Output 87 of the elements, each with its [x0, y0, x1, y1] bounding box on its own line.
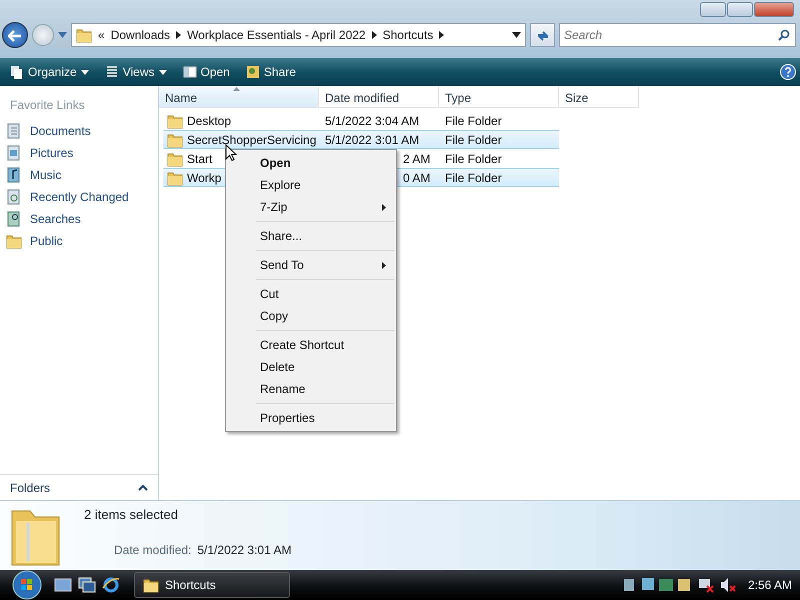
music-icon: [6, 167, 22, 183]
favorite-link[interactable]: Pictures: [0, 142, 158, 164]
desktop-icon[interactable]: [54, 577, 72, 593]
breadcrumb-link[interactable]: Downloads: [110, 26, 170, 44]
file-name-cell[interactable]: Desktop: [163, 111, 319, 130]
menu-item[interactable]: Copy: [226, 305, 396, 327]
favorite-link[interactable]: Recently Changed: [0, 186, 158, 208]
overflow-chevron[interactable]: «: [98, 26, 105, 44]
clock[interactable]: 2:56 AM: [748, 576, 792, 594]
menu-item[interactable]: Explore: [226, 174, 396, 196]
minimize-button[interactable]: [700, 2, 726, 17]
menu-item[interactable]: Delete: [226, 356, 396, 378]
pages-icon: [10, 65, 24, 79]
folder-icon: [6, 233, 22, 249]
menu-item[interactable]: Share...: [226, 225, 396, 247]
arrow-icon[interactable]: [439, 31, 444, 39]
favorite-link[interactable]: Music: [0, 164, 158, 186]
favorite-link[interactable]: Documents: [0, 120, 158, 142]
folder-icon: [76, 27, 92, 43]
toolbar-button[interactable]: Views: [98, 61, 172, 83]
menu-item[interactable]: Create Shortcut: [226, 334, 396, 356]
menu-item[interactable]: Rename: [226, 378, 396, 400]
arrow-icon[interactable]: [372, 31, 377, 39]
browser-icon[interactable]: [102, 576, 120, 594]
section-heading: Favorite Links: [9, 97, 86, 114]
column-header[interactable]: Name: [159, 86, 319, 108]
menu-item[interactable]: Send To: [226, 254, 396, 276]
back-button[interactable]: [2, 22, 28, 48]
dropdown-icon[interactable]: [512, 32, 521, 38]
sort-arrow-icon: [233, 87, 240, 91]
caret-icon: [158, 70, 166, 74]
taskbar-button[interactable]: Shortcuts: [134, 572, 290, 598]
window-switch-icon[interactable]: [78, 577, 96, 593]
file-date: 0 AM: [397, 168, 439, 187]
menu-item[interactable]: 7-Zip: [226, 196, 396, 218]
toolbar-button[interactable]: Organize: [4, 61, 95, 83]
menu-item[interactable]: Cut: [226, 283, 396, 305]
search-field[interactable]: Search: [559, 23, 796, 47]
property-label: Date modified:: [114, 542, 192, 558]
folder-icon: [167, 112, 183, 128]
network-disconnected-icon[interactable]: [698, 577, 714, 593]
maximize-button[interactable]: [727, 2, 753, 17]
file-date: 2 AM: [402, 150, 432, 168]
refresh-arrows-icon: [536, 30, 550, 42]
file-type: File Folder: [439, 168, 559, 187]
breadcrumb-link[interactable]: Shortcuts: [382, 26, 434, 44]
file-date: 5/1/2022 3:01 AM: [319, 130, 439, 149]
toolbar-button[interactable]: Open: [176, 61, 236, 83]
file-name-cell[interactable]: Workp: [163, 168, 225, 187]
breadcrumb-link[interactable]: Workplace Essentials - April 2022: [187, 26, 366, 44]
menu-item[interactable]: Open: [226, 152, 396, 174]
refresh-button[interactable]: [530, 23, 555, 47]
help-icon[interactable]: [780, 64, 796, 80]
caret-icon: [80, 70, 89, 74]
speaker-muted-icon[interactable]: [720, 577, 736, 593]
picture-icon: [6, 145, 22, 161]
address-bar[interactable]: « Downloads Workplace Essentials - April 2022 Shortcuts: [71, 23, 526, 47]
share-icon: [246, 65, 260, 79]
window-icon: [182, 65, 196, 79]
folder-icon: [167, 150, 183, 166]
file-type: File Folder: [444, 112, 503, 130]
back-arrow-icon: [8, 30, 22, 42]
tray-icon[interactable]: [622, 577, 692, 593]
favorite-link[interactable]: Public: [0, 230, 158, 252]
list-view-icon: [104, 65, 119, 79]
file-name-cell[interactable]: Start: [163, 149, 225, 168]
folder-icon: [167, 132, 183, 148]
arrow-icon[interactable]: [176, 31, 182, 39]
search-icon[interactable]: [778, 29, 790, 41]
file-type: File Folder: [439, 130, 559, 149]
chevron-up-icon: [138, 484, 148, 490]
document-icon: [6, 123, 22, 139]
selection-summary: 2 items selected: [84, 506, 179, 524]
favorite-link[interactable]: Searches: [0, 208, 158, 230]
folder-icon: [143, 577, 159, 593]
toolbar-button[interactable]: Share: [240, 61, 302, 83]
file-type: File Folder: [444, 150, 503, 168]
clock-page-icon: [6, 189, 22, 205]
menu-item[interactable]: Properties: [226, 407, 396, 429]
column-header[interactable]: Date modified: [319, 86, 439, 108]
magnifier-page-icon: [6, 211, 22, 227]
folder-icon: [167, 170, 183, 186]
file-name-cell[interactable]: SecretShopperServicing: [163, 130, 319, 149]
column-header[interactable]: Type: [439, 86, 559, 108]
property-value: 5/1/2022 3:01 AM: [197, 542, 292, 558]
file-date: 5/1/2022 3:04 AM: [324, 112, 420, 130]
column-header[interactable]: Size: [559, 86, 639, 108]
